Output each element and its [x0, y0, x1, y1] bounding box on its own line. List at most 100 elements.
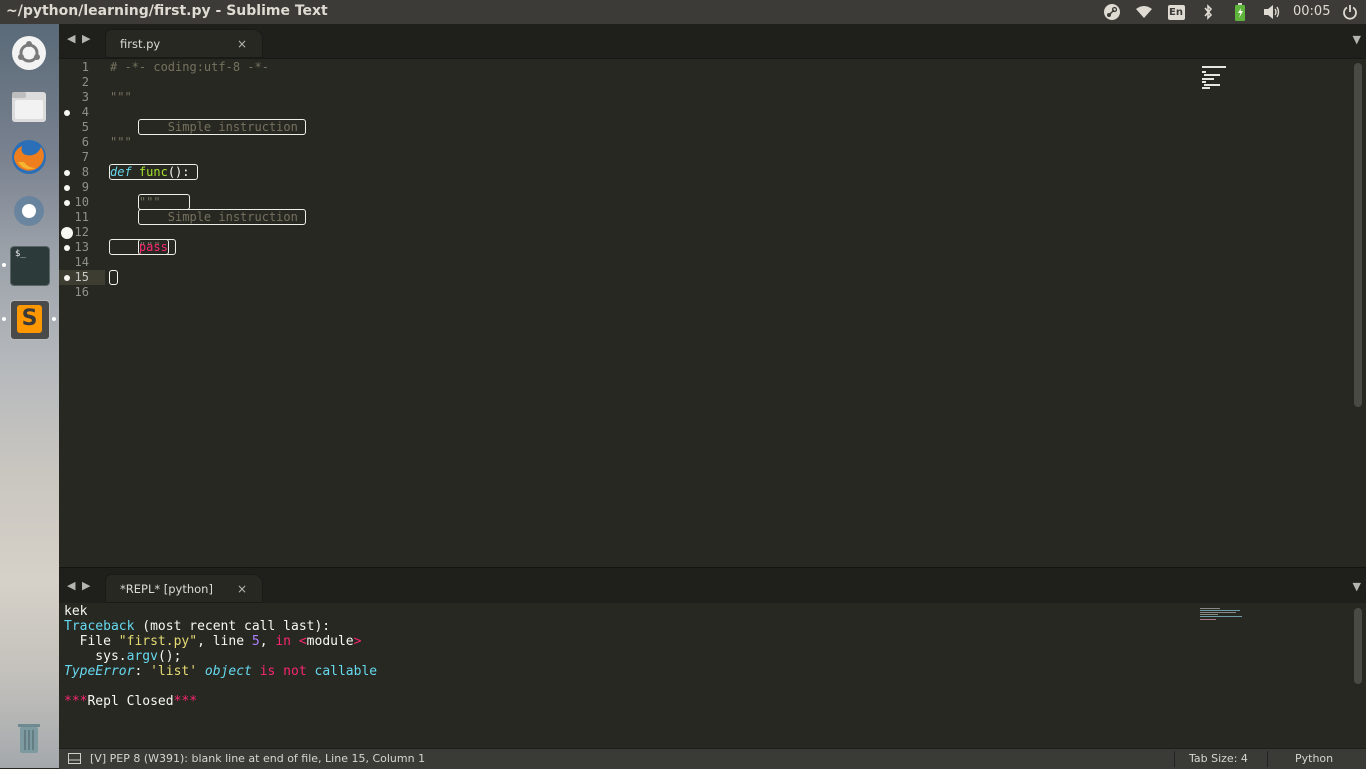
lint-highlight: pass: [108, 239, 177, 255]
minimap-line: [1200, 608, 1220, 609]
wifi-icon[interactable]: [1134, 3, 1154, 21]
status-divider: [1174, 751, 1175, 767]
lint-marker[interactable]: [64, 185, 70, 191]
tab-menu-button[interactable]: ▼: [1353, 580, 1361, 593]
text-cursor: [109, 270, 118, 285]
repl-line: File "first.py", line 5, in <module>: [64, 634, 362, 649]
tab-repl-python[interactable]: *REPL* [python] ×: [105, 574, 263, 603]
lint-marker[interactable]: [64, 245, 70, 251]
line-number: 7: [81, 150, 89, 164]
tab-label: *REPL* [python]: [120, 582, 213, 596]
terminal-icon[interactable]: $_: [10, 246, 50, 286]
status-bar: [V] PEP 8 (W391): blank line at end of f…: [59, 748, 1366, 769]
repl-text: Repl Closed: [87, 694, 174, 709]
repl-number: 5: [251, 634, 260, 649]
code-line-8: def func():: [109, 164, 198, 180]
repl-line: TypeError: 'list' object is not callable: [64, 664, 377, 679]
repl-string: 'list': [150, 664, 198, 679]
tab-forward-button[interactable]: ▶: [82, 579, 90, 592]
repl-builtin: argv: [126, 649, 158, 664]
chromium-icon[interactable]: [10, 192, 48, 230]
dash-icon[interactable]: [10, 34, 48, 72]
clock[interactable]: 00:05: [1293, 4, 1330, 19]
minimap-line: [1202, 81, 1206, 83]
line-number: 14: [74, 255, 89, 269]
firefox-icon[interactable]: [10, 138, 48, 176]
function-parens: ():: [167, 165, 190, 179]
launcher-pip: [2, 317, 6, 321]
keyboard-layout-indicator[interactable]: En: [1166, 3, 1186, 21]
repl-line: kek: [64, 604, 88, 619]
tab-back-button[interactable]: ◀: [67, 579, 75, 592]
repl-builtin: object: [204, 664, 252, 679]
lint-marker[interactable]: [64, 275, 70, 281]
lint-marker[interactable]: [64, 200, 70, 206]
code-line-6: """: [110, 135, 132, 149]
status-divider: [1267, 751, 1268, 767]
repl-tab-bar: ◀ ▶ *REPL* [python] × ▼: [59, 567, 1366, 604]
minimap[interactable]: [1202, 64, 1232, 90]
pass-keyword: pass: [138, 240, 168, 254]
tab-label: first.py: [120, 37, 161, 51]
function-name: func: [138, 165, 168, 179]
tab-close-icon[interactable]: ×: [237, 582, 247, 596]
window-title: ~/python/learning/first.py - Sublime Tex…: [6, 3, 328, 19]
repl-text: (most recent call last):: [134, 619, 331, 634]
repl-line: sys.argv();: [64, 649, 181, 664]
panel-toggle-icon[interactable]: [68, 753, 81, 767]
line-number: 6: [81, 135, 89, 149]
tab-forward-button[interactable]: ▶: [82, 32, 90, 45]
minimap-line: [1204, 74, 1220, 76]
repl-output[interactable]: kek Traceback (most recent call last): F…: [59, 603, 1366, 748]
minimap-line: [1200, 619, 1216, 620]
files-icon[interactable]: [10, 86, 48, 124]
code-line-9: """: [110, 180, 191, 210]
line-number: 3: [81, 90, 89, 104]
trash-icon[interactable]: [10, 718, 48, 756]
tab-menu-button[interactable]: ▼: [1353, 33, 1361, 46]
repl-text: , line: [197, 634, 252, 649]
repl-exception: TypeError: [64, 664, 135, 679]
launcher-pip: [52, 317, 56, 321]
repl-text: File: [64, 634, 119, 649]
status-message: [V] PEP 8 (W391): blank line at end of f…: [90, 752, 426, 765]
editor-scrollbar[interactable]: [1354, 63, 1362, 407]
tab-close-icon[interactable]: ×: [237, 37, 247, 51]
repl-line: Traceback (most recent call last):: [64, 619, 330, 634]
code-editor[interactable]: 1 2 3 4 5 6 7 8 9 10 11 12 13 14 15 16 #…: [59, 59, 1366, 566]
tab-size-selector[interactable]: Tab Size: 4: [1189, 752, 1248, 765]
repl-scrollbar[interactable]: [1354, 608, 1362, 684]
tab-back-button[interactable]: ◀: [67, 32, 75, 45]
repl-line: ***Repl Closed***: [64, 694, 197, 709]
battery-icon[interactable]: [1231, 3, 1249, 21]
minimap-line: [1200, 612, 1236, 613]
minimap-line: [1202, 87, 1210, 89]
keyboard-layout-label: En: [1167, 4, 1185, 20]
lint-highlight: Simple instruction: [137, 209, 307, 225]
terminal-icon-label: $_: [15, 249, 26, 259]
tab-first-py[interactable]: first.py ×: [105, 29, 263, 58]
power-icon[interactable]: [1341, 3, 1359, 21]
code-line-10: Simple instruction: [110, 195, 307, 225]
repl-text: <: [291, 634, 307, 649]
def-keyword: def: [110, 165, 132, 179]
repl-keyword: in: [275, 634, 292, 649]
lint-marker[interactable]: [64, 110, 70, 116]
minimap-line: [1204, 84, 1220, 86]
lint-marker[interactable]: [64, 170, 70, 176]
volume-icon[interactable]: [1262, 3, 1282, 21]
lint-marker-error[interactable]: [61, 227, 73, 239]
repl-text: ***: [173, 694, 198, 709]
traceback-keyword: Traceback: [64, 619, 135, 634]
syntax-selector[interactable]: Python: [1295, 752, 1333, 765]
minimap-line: [1200, 610, 1240, 611]
sublime-icon[interactable]: S: [10, 300, 50, 340]
minimap[interactable]: [1200, 607, 1244, 621]
editor-tab-bar: ◀ ▶ first.py × ▼: [59, 24, 1366, 59]
bluetooth-icon[interactable]: [1199, 3, 1217, 21]
steam-icon[interactable]: [1102, 3, 1122, 21]
repl-text: module: [306, 634, 354, 649]
repl-text: sys.: [64, 649, 127, 664]
line-number: 5: [81, 120, 89, 134]
